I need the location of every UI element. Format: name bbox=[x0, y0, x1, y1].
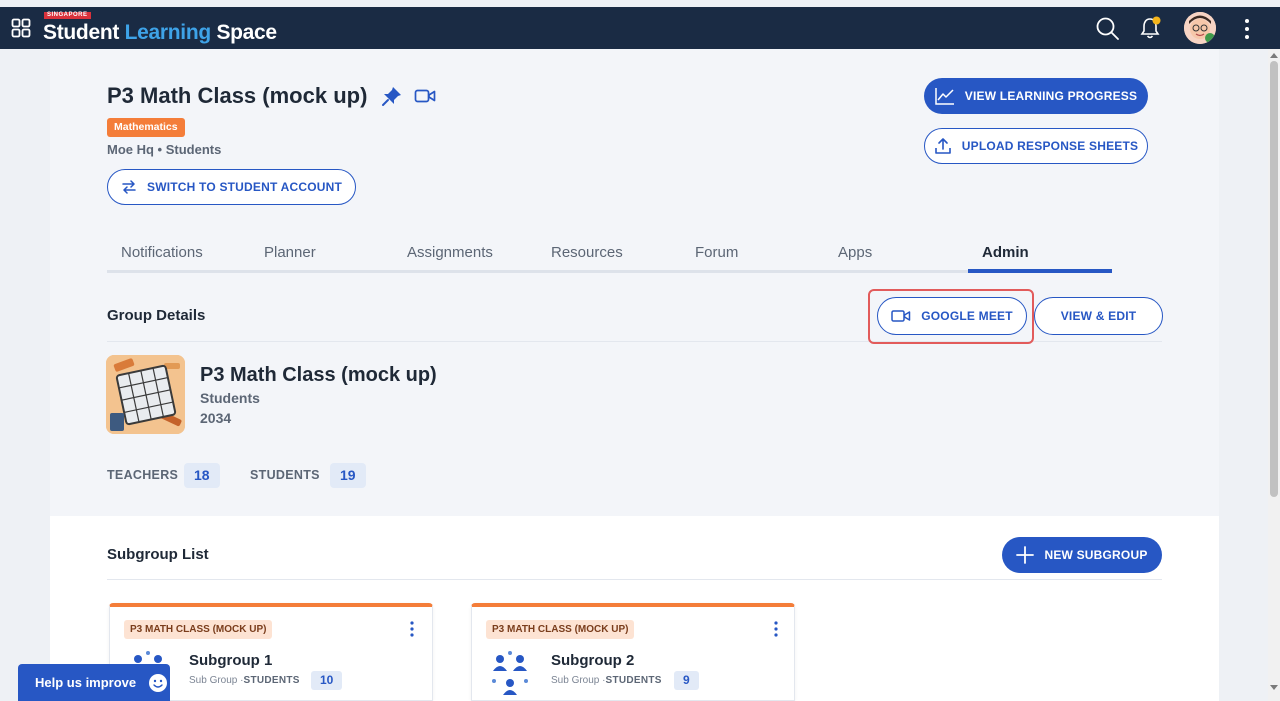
group-name: P3 Math Class (mock up) bbox=[200, 364, 437, 386]
subgroup-card[interactable]: P3 MATH CLASS (MOCK UP) Subgroup 2 Sub G… bbox=[471, 603, 795, 701]
teachers-label: TEACHERS bbox=[107, 468, 179, 482]
more-vertical-icon[interactable] bbox=[1241, 17, 1253, 41]
view-learning-progress-button[interactable]: VIEW LEARNING PROGRESS bbox=[924, 78, 1148, 114]
brand-word-student: Student bbox=[43, 21, 120, 44]
scroll-up-arrow-icon[interactable] bbox=[1270, 53, 1278, 58]
class-title: P3 Math Class (mock up) bbox=[107, 83, 368, 108]
view-and-edit-button[interactable]: VIEW & EDIT bbox=[1034, 297, 1163, 335]
group-details-title: Group Details bbox=[107, 307, 206, 324]
avatar-face-icon bbox=[1184, 12, 1216, 44]
view-progress-label: VIEW LEARNING PROGRESS bbox=[964, 89, 1138, 103]
students-count-badge[interactable]: 19 bbox=[330, 463, 366, 488]
video-camera-icon bbox=[891, 310, 911, 322]
page-scrollbar[interactable] bbox=[1268, 49, 1280, 701]
google-meet-label: GOOGLE MEET bbox=[921, 309, 1013, 323]
subgroup-kind: Sub Group · bbox=[551, 675, 606, 686]
smiley-face-icon bbox=[149, 673, 168, 692]
google-meet-button[interactable]: GOOGLE MEET bbox=[877, 297, 1027, 335]
subgroup-parent-tag: P3 MATH CLASS (MOCK UP) bbox=[124, 620, 273, 639]
subgroup-students-label: STUDENTS bbox=[243, 675, 300, 686]
new-subgroup-button[interactable]: NEW SUBGROUP bbox=[1002, 537, 1162, 573]
tab-planner[interactable]: Planner bbox=[264, 244, 316, 261]
switch-to-student-account-button[interactable]: SWITCH TO STUDENT ACCOUNT bbox=[107, 169, 356, 205]
plus-icon bbox=[1016, 546, 1035, 564]
subgroup-students-count: 10 bbox=[311, 671, 343, 690]
upload-sheets-label: UPLOAD RESPONSE SHEETS bbox=[961, 139, 1139, 153]
subgroup-name: Subgroup 2 bbox=[551, 652, 635, 669]
class-meta: Moe Hq • Students bbox=[107, 142, 222, 157]
scrollbar-thumb[interactable] bbox=[1270, 61, 1278, 497]
group-people-icon bbox=[492, 651, 528, 695]
subgroup-meta: Sub Group ·STUDENTS bbox=[551, 675, 662, 686]
line-chart-icon bbox=[935, 88, 954, 105]
user-avatar[interactable] bbox=[1184, 12, 1216, 44]
card-more-vertical-icon[interactable] bbox=[408, 620, 416, 638]
help-button-label: Help us improve bbox=[35, 675, 137, 690]
subgroup-meta: Sub Group ·STUDENTS bbox=[189, 675, 300, 686]
app-grid-icon[interactable] bbox=[11, 18, 31, 38]
pin-icon[interactable] bbox=[381, 85, 403, 107]
tab-resources[interactable]: Resources bbox=[551, 244, 623, 261]
tab-admin[interactable]: Admin bbox=[982, 244, 1029, 261]
view-edit-label: VIEW & EDIT bbox=[1060, 309, 1137, 323]
switch-account-label: SWITCH TO STUDENT ACCOUNT bbox=[147, 180, 342, 194]
tab-notifications[interactable]: Notifications bbox=[121, 244, 203, 261]
card-more-vertical-icon[interactable] bbox=[772, 620, 780, 638]
tab-forum[interactable]: Forum bbox=[695, 244, 738, 261]
tabs-divider bbox=[107, 270, 1112, 273]
math-puzzle-image-icon bbox=[106, 355, 185, 434]
class-tabs: Notifications Planner Assignments Resour… bbox=[107, 237, 1112, 273]
group-type: Students bbox=[200, 390, 260, 406]
subgroup-students-label: STUDENTS bbox=[605, 675, 662, 686]
brand-word-learning: Learning bbox=[124, 21, 212, 44]
subgroup-kind: Sub Group · bbox=[189, 675, 244, 686]
group-year: 2034 bbox=[200, 410, 232, 426]
brand-country-tag: SINGAPORE bbox=[44, 12, 91, 19]
teachers-count-badge[interactable]: 18 bbox=[184, 463, 220, 488]
group-thumbnail bbox=[106, 355, 185, 434]
subgroup-name: Subgroup 1 bbox=[189, 652, 273, 669]
subgroup-list-title: Subgroup List bbox=[107, 546, 209, 563]
tab-assignments[interactable]: Assignments bbox=[407, 244, 493, 261]
upload-icon bbox=[934, 138, 951, 154]
new-subgroup-label: NEW SUBGROUP bbox=[1044, 548, 1148, 562]
swap-arrows-icon bbox=[122, 180, 136, 194]
subject-badge: Mathematics bbox=[107, 118, 185, 137]
video-camera-icon[interactable] bbox=[414, 87, 436, 105]
scroll-down-arrow-icon[interactable] bbox=[1270, 685, 1278, 690]
search-icon[interactable] bbox=[1096, 17, 1119, 40]
upload-response-sheets-button[interactable]: UPLOAD RESPONSE SHEETS bbox=[924, 128, 1148, 164]
top-navbar: SINGAPORE Student Learning Space bbox=[0, 7, 1280, 49]
help-us-improve-button[interactable]: Help us improve bbox=[18, 664, 170, 701]
subgroup-students-count: 9 bbox=[674, 671, 699, 690]
brand-word-space: Space bbox=[216, 21, 277, 44]
students-label: STUDENTS bbox=[250, 468, 320, 482]
active-tab-indicator bbox=[968, 269, 1112, 273]
tab-apps[interactable]: Apps bbox=[838, 244, 872, 261]
subgroup-list-divider bbox=[107, 579, 1162, 580]
notification-bell-icon[interactable] bbox=[1140, 16, 1162, 40]
subgroup-parent-tag: P3 MATH CLASS (MOCK UP) bbox=[486, 620, 635, 639]
